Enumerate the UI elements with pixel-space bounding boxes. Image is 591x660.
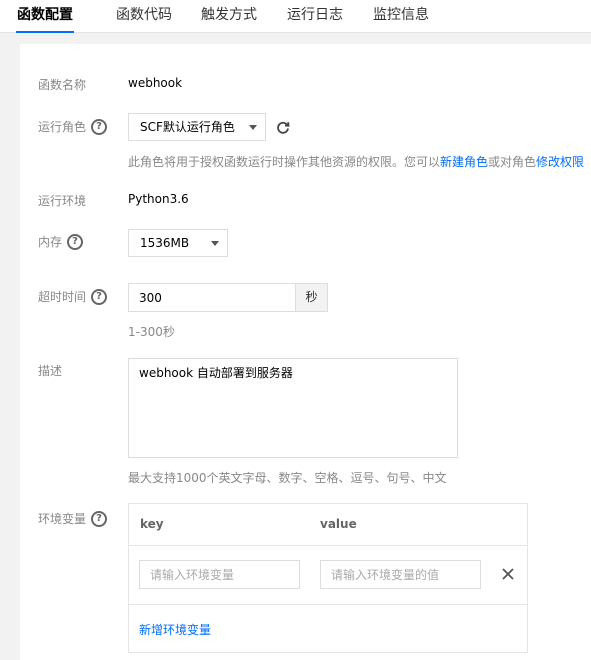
memory-label-text: 内存 xyxy=(38,235,63,249)
role-label: 运行角色? xyxy=(38,118,108,135)
env-table: key value 新增环境变量 xyxy=(128,503,528,653)
help-icon[interactable]: ? xyxy=(67,233,84,250)
timeout-input[interactable] xyxy=(128,283,296,312)
env-label: 环境变量? xyxy=(38,510,108,527)
help-icon[interactable]: ? xyxy=(91,510,108,527)
memory-select[interactable]: 1536MB xyxy=(128,229,228,257)
role-hint-prefix: 此角色将用于授权函数运行时操作其他资源的权限。您可以 xyxy=(128,155,441,169)
role-select-value: SCF默认运行角色 xyxy=(140,120,235,134)
tab-function-code[interactable]: 函数代码 xyxy=(116,0,172,32)
description-hint: 最大支持1000个英文字母、数字、空格、逗号、句号、中文 xyxy=(128,471,447,485)
add-env-variable-link[interactable]: 新增环境变量 xyxy=(139,621,211,638)
tab-bar: 函数配置 函数代码 触发方式 运行日志 监控信息 xyxy=(0,0,591,33)
function-name-label: 函数名称 xyxy=(38,78,87,92)
config-panel: 函数名称 webhook 运行角色? SCF默认运行角色 此角色将用于授权函数运… xyxy=(20,44,591,660)
env-row xyxy=(129,545,527,605)
memory-select-value: 1536MB xyxy=(140,236,190,250)
env-table-header: key value xyxy=(129,504,527,546)
timeout-label: 超时时间? xyxy=(38,288,108,305)
tab-monitoring[interactable]: 监控信息 xyxy=(373,0,429,32)
timeout-label-text: 超时时间 xyxy=(38,290,87,304)
description-label: 描述 xyxy=(38,364,63,378)
env-label-text: 环境变量 xyxy=(38,512,87,526)
timeout-hint: 1-300秒 xyxy=(128,325,175,339)
chevron-down-icon xyxy=(249,125,257,130)
refresh-icon[interactable] xyxy=(276,120,290,134)
memory-label: 内存? xyxy=(38,233,84,250)
role-hint-middle: 或对角色 xyxy=(488,155,537,169)
tab-logs[interactable]: 运行日志 xyxy=(287,0,343,32)
function-name-value: webhook xyxy=(128,76,183,90)
chevron-down-icon xyxy=(211,241,219,246)
env-value-input[interactable] xyxy=(320,560,481,589)
env-col-value: value xyxy=(320,517,357,531)
create-role-link[interactable]: 新建角色 xyxy=(440,155,488,169)
tab-trigger[interactable]: 触发方式 xyxy=(201,0,257,32)
close-icon[interactable] xyxy=(501,567,515,581)
tab-function-config[interactable]: 函数配置 xyxy=(16,0,74,33)
modify-permission-link[interactable]: 修改权限 xyxy=(536,155,584,169)
runtime-label: 运行环境 xyxy=(38,194,87,208)
help-icon[interactable]: ? xyxy=(91,118,108,135)
timeout-unit: 秒 xyxy=(296,283,328,312)
env-key-input[interactable] xyxy=(139,560,300,589)
env-col-key: key xyxy=(140,517,164,531)
role-select[interactable]: SCF默认运行角色 xyxy=(128,113,266,141)
description-textarea[interactable]: webhook 自动部署到服务器 xyxy=(128,358,458,458)
runtime-value: Python3.6 xyxy=(128,192,189,206)
role-hint: 此角色将用于授权函数运行时操作其他资源的权限。您可以新建角色或对角色修改权限 xyxy=(128,153,584,170)
help-icon[interactable]: ? xyxy=(91,288,108,305)
role-label-text: 运行角色 xyxy=(38,120,87,134)
